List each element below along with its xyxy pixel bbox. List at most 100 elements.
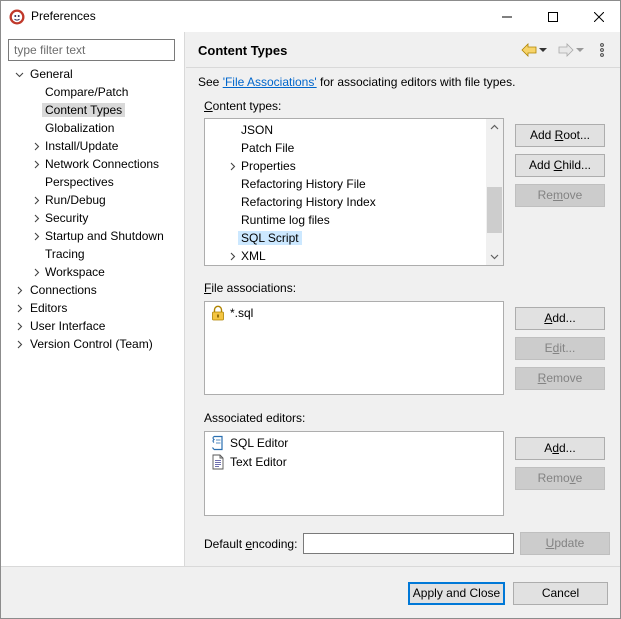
page-title: Content Types — [198, 43, 288, 58]
list-item-selected[interactable]: SQL Script — [238, 229, 302, 247]
list-item[interactable]: *.sql — [211, 304, 256, 322]
list-item[interactable]: Refactoring History File — [238, 175, 369, 193]
tree-item-network-connections[interactable]: Network Connections — [30, 155, 162, 173]
tree-item-version-control[interactable]: Version Control (Team) — [13, 335, 156, 353]
chevron-right-icon[interactable] — [13, 299, 25, 317]
file-associations-list[interactable]: *.sql — [204, 301, 504, 395]
filter-input[interactable] — [8, 39, 175, 61]
default-encoding-input[interactable] — [303, 533, 514, 554]
add-root-button[interactable]: Add Root... — [515, 124, 605, 147]
chevron-right-icon[interactable] — [226, 157, 238, 175]
file-associations-link[interactable]: 'File Associations' — [223, 75, 317, 89]
item-label: Properties — [241, 159, 296, 173]
tree-item-general[interactable]: General — [13, 65, 76, 83]
list-item[interactable]: JSON — [238, 121, 276, 139]
item-label: Patch File — [241, 141, 295, 155]
chevron-right-icon[interactable] — [226, 247, 238, 265]
add-child-button[interactable]: Add Child... — [515, 154, 605, 177]
tree-item-workspace[interactable]: Workspace — [30, 263, 108, 281]
chevron-right-icon[interactable] — [30, 263, 42, 281]
lock-icon — [212, 305, 224, 321]
associated-editors-list[interactable]: SQL Editor Text Editor — [204, 431, 504, 516]
scroll-down-icon[interactable] — [486, 248, 503, 265]
maximize-button[interactable] — [530, 1, 576, 32]
scroll-up-icon[interactable] — [486, 119, 503, 136]
list-item[interactable]: Patch File — [238, 139, 297, 157]
associated-editors-label: Associated editors: — [204, 411, 306, 425]
close-icon — [594, 11, 604, 22]
tree-label: Security — [45, 211, 89, 225]
view-menu-icon[interactable] — [598, 42, 606, 58]
tree-item-tracing[interactable]: Tracing — [42, 245, 88, 263]
chevron-right-icon[interactable] — [13, 281, 25, 299]
tree-item-globalization[interactable]: Globalization — [42, 119, 117, 137]
back-dropdown-icon[interactable] — [538, 42, 548, 58]
chevron-right-icon[interactable] — [30, 137, 42, 155]
maximize-icon — [548, 11, 558, 22]
tree-item-perspectives[interactable]: Perspectives — [42, 173, 117, 191]
tree-label: Tracing — [45, 247, 85, 261]
sql-editor-icon — [212, 435, 223, 451]
chevron-right-icon[interactable] — [30, 191, 42, 209]
eclipse-icon — [9, 9, 25, 25]
mnemonic: C — [204, 99, 213, 113]
chevron-right-icon[interactable] — [13, 317, 25, 335]
list-item[interactable]: Text Editor — [211, 453, 290, 471]
tree-label: Install/Update — [45, 139, 119, 153]
edit-file-association-button[interactable]: Edit... — [515, 337, 605, 360]
remove-content-type-button[interactable]: Remove — [515, 184, 605, 207]
add-editor-button[interactable]: Add... — [515, 437, 605, 460]
remove-file-association-button[interactable]: Remove — [515, 367, 605, 390]
hint-prefix: See — [198, 75, 223, 89]
tree-item-compare-patch[interactable]: Compare/Patch — [42, 83, 131, 101]
item-label: SQL Script — [238, 231, 302, 245]
tree-label: Content Types — [42, 103, 126, 117]
tree-item-connections[interactable]: Connections — [13, 281, 100, 299]
item-label: Runtime log files — [241, 213, 330, 227]
close-button[interactable] — [576, 1, 621, 32]
tree-item-user-interface[interactable]: User Interface — [13, 317, 108, 335]
tree-item-editors[interactable]: Editors — [13, 299, 70, 317]
cancel-button[interactable]: Cancel — [513, 582, 608, 605]
tree-label: Globalization — [45, 121, 115, 135]
apply-and-close-button[interactable]: Apply and Close — [408, 582, 505, 605]
list-item[interactable]: SQL Editor — [211, 434, 291, 452]
btn-text: Re — [537, 188, 553, 202]
tree-item-startup-shutdown[interactable]: Startup and Shutdown — [30, 227, 167, 245]
content-types-page: Content Types See 'File Associations' fo… — [186, 32, 620, 566]
label-text: Default — [204, 537, 246, 551]
scroll-thumb[interactable] — [487, 187, 502, 233]
chevron-right-icon[interactable] — [30, 227, 42, 245]
tree-item-install-update[interactable]: Install/Update — [30, 137, 121, 155]
tree-item-content-types[interactable]: Content Types — [42, 101, 126, 119]
forward-arrow-icon — [558, 43, 574, 57]
tree-label: Network Connections — [45, 157, 160, 171]
btn-text: d... — [559, 441, 576, 455]
tree-label: Editors — [30, 301, 68, 315]
text-editor-icon — [212, 454, 224, 470]
tree-item-run-debug[interactable]: Run/Debug — [30, 191, 109, 209]
chevron-right-icon[interactable] — [13, 335, 25, 353]
list-item[interactable]: XML — [226, 247, 269, 265]
back-arrow-icon[interactable] — [521, 42, 537, 58]
chevron-right-icon[interactable] — [30, 155, 42, 173]
chevron-down-icon[interactable] — [13, 65, 25, 83]
preferences-window: Preferences General Compare/Patch Conten… — [0, 0, 621, 619]
content-types-label: Content types: — [204, 99, 281, 113]
list-item[interactable]: Refactoring History Index — [238, 193, 379, 211]
tree-label: Run/Debug — [45, 193, 106, 207]
content-types-scrollbar[interactable] — [486, 119, 503, 265]
list-item[interactable]: Runtime log files — [238, 211, 333, 229]
update-encoding-button[interactable]: Update — [520, 532, 610, 555]
page-header: Content Types — [186, 32, 620, 68]
remove-editor-button[interactable]: Remove — [515, 467, 605, 490]
minimize-button[interactable] — [484, 1, 530, 32]
btn-text: Remo — [537, 471, 570, 485]
tree-item-security[interactable]: Security — [30, 209, 91, 227]
list-item[interactable]: Properties — [226, 157, 299, 175]
add-file-association-button[interactable]: Add... — [515, 307, 605, 330]
tree-label: Connections — [30, 283, 97, 297]
chevron-right-icon[interactable] — [30, 209, 42, 227]
content-types-tree[interactable]: JSON Patch File Properties Refactoring H… — [204, 118, 504, 266]
label-text: ile associations: — [211, 281, 297, 295]
